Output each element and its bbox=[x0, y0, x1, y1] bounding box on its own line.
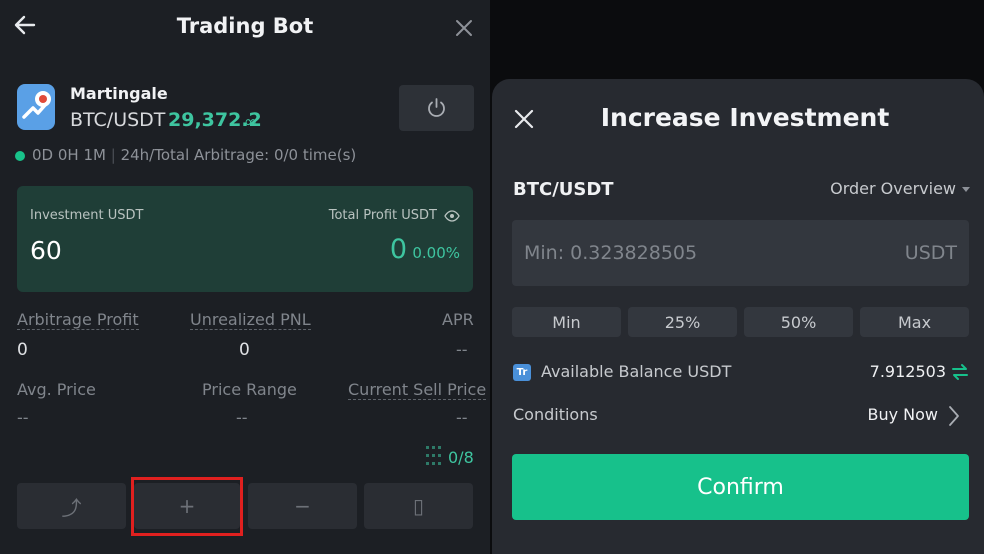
percent-max-button[interactable]: Max bbox=[860, 307, 969, 337]
details-button[interactable]: ▯ bbox=[364, 483, 473, 529]
total-profit-percent: 0.00% bbox=[412, 244, 460, 262]
price-suffix: ∞ bbox=[244, 112, 258, 131]
reduce-investment-button[interactable]: − bbox=[248, 483, 357, 529]
arbitrage-profit-label[interactable]: Arbitrage Profit bbox=[17, 310, 139, 330]
share-button[interactable]: ⤴ bbox=[17, 483, 126, 529]
share-icon: ⤴ bbox=[61, 495, 82, 520]
orders-grid-icon bbox=[426, 446, 441, 465]
percent-25-button[interactable]: 25% bbox=[628, 307, 737, 337]
chevron-right-icon[interactable] bbox=[948, 405, 960, 427]
highlight-box bbox=[131, 477, 243, 536]
amount-unit: USDT bbox=[904, 242, 957, 264]
percent-min-button[interactable]: Min bbox=[512, 307, 621, 337]
strategy-logo-icon bbox=[17, 84, 55, 130]
transfer-icon[interactable] bbox=[952, 363, 968, 381]
increase-investment-sheet: Increase Investment BTC/USDT Order Overv… bbox=[492, 79, 984, 554]
confirm-button[interactable]: Confirm bbox=[512, 454, 969, 520]
power-icon bbox=[428, 98, 445, 117]
apr-label: APR bbox=[442, 310, 474, 329]
total-profit-value: 0 bbox=[389, 234, 407, 265]
caret-down-icon bbox=[962, 187, 970, 192]
available-balance-value: 7.912503 bbox=[869, 362, 946, 381]
minus-icon: − bbox=[294, 494, 311, 518]
page-title: Trading Bot bbox=[176, 14, 314, 38]
header: Trading Bot bbox=[0, 0, 490, 56]
stop-bot-button[interactable] bbox=[399, 85, 474, 131]
trading-pair: BTC/USDT bbox=[70, 109, 166, 131]
runtime-info: 0D 0H 1M | 24h/Total Arbitrage: 0/0 time… bbox=[32, 146, 357, 164]
unrealized-pnl-value: 0 bbox=[239, 340, 250, 360]
trading-bot-panel: Trading Bot Martingale BTC/USDT 29,372.2… bbox=[0, 0, 490, 554]
investment-card: Investment USDT 60 Total Profit USDT 0 0… bbox=[17, 186, 473, 292]
currency-badge-icon: Tr bbox=[513, 364, 531, 381]
orders-count[interactable]: 0/8 bbox=[448, 448, 474, 467]
arbitrage-info: 24h/Total Arbitrage: 0/0 time(s) bbox=[120, 146, 357, 164]
order-overview-dropdown[interactable]: Order Overview bbox=[830, 179, 956, 198]
conditions-value[interactable]: Buy Now bbox=[867, 405, 938, 424]
investment-label: Investment USDT bbox=[30, 208, 144, 223]
avg-price-label: Avg. Price bbox=[17, 380, 96, 399]
arbitrage-profit-value: 0 bbox=[17, 340, 28, 360]
avg-price-value: -- bbox=[17, 408, 29, 427]
strategy-name: Martingale bbox=[70, 84, 168, 103]
price-range-value: -- bbox=[236, 408, 248, 427]
conditions-label: Conditions bbox=[513, 405, 598, 424]
current-sell-price-label[interactable]: Current Sell Price bbox=[348, 380, 487, 400]
amount-field[interactable]: USDT bbox=[512, 220, 969, 286]
runtime: 0D 0H 1M bbox=[32, 146, 106, 164]
percent-50-button[interactable]: 50% bbox=[744, 307, 853, 337]
apr-value: -- bbox=[456, 340, 468, 359]
unrealized-pnl-label[interactable]: Unrealized PNL bbox=[190, 310, 311, 330]
eye-icon[interactable] bbox=[444, 210, 460, 222]
current-sell-price-value: -- bbox=[456, 408, 468, 427]
investment-value: 60 bbox=[30, 236, 62, 265]
amount-input[interactable] bbox=[512, 220, 892, 286]
sheet-pair: BTC/USDT bbox=[513, 179, 614, 200]
sheet-title: Increase Investment bbox=[600, 103, 890, 132]
price-range-label: Price Range bbox=[202, 380, 297, 399]
document-icon: ▯ bbox=[412, 494, 424, 518]
total-profit-label: Total Profit USDT bbox=[328, 208, 437, 223]
running-status-dot bbox=[15, 151, 25, 161]
available-balance-label: Available Balance USDT bbox=[541, 362, 732, 381]
close-icon[interactable] bbox=[454, 18, 474, 38]
